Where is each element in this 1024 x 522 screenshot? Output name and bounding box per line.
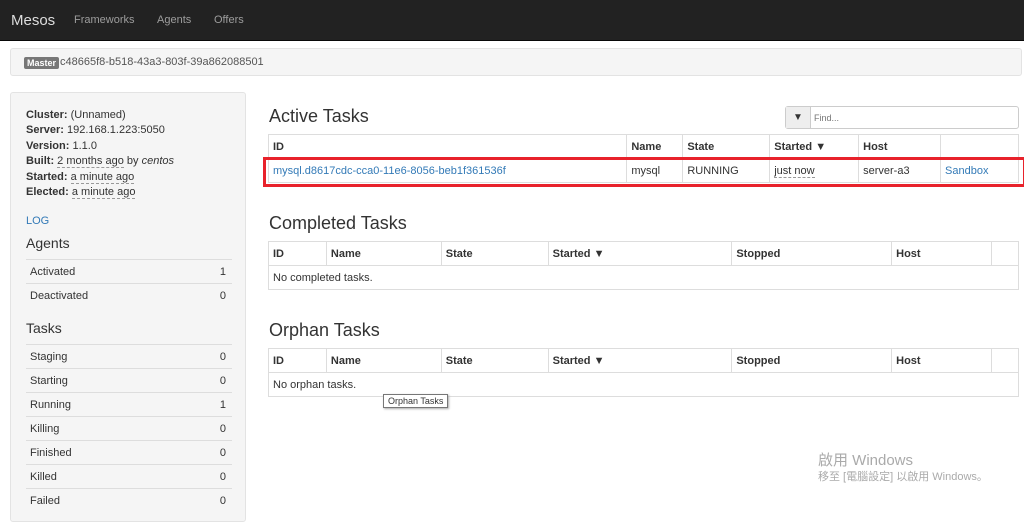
cluster-info: Cluster: (Unnamed) Server: 192.168.1.223…	[26, 108, 174, 200]
nav-frameworks[interactable]: Frameworks	[74, 14, 135, 26]
info-elected: Elected: a minute ago	[26, 186, 136, 200]
tasks-list: Staging 0 Starting 0 Running 1 Killing 0 Fin…	[26, 344, 232, 512]
orphan-tasks-title: Orphan Tasks	[269, 320, 380, 340]
completed-tasks-table: ID Name State Started ▼ Stopped Host No …	[268, 241, 1020, 290]
col-name[interactable]: Name	[325, 241, 442, 266]
tasks-killed: Killed 0	[26, 464, 232, 488]
agents-heading: Agents	[26, 235, 70, 251]
col-id[interactable]: ID	[268, 241, 327, 266]
active-tasks-title: Active Tasks	[269, 106, 369, 126]
active-tasks-table: ID Name State Started ▼ Host mysql.d8617…	[267, 134, 1019, 183]
task-host: server-a3	[858, 158, 942, 183]
find-input[interactable]	[814, 109, 1014, 126]
master-id: c48665f8-b518-43a3-803f-39a862088501	[60, 56, 264, 68]
master-badge: Master	[24, 57, 60, 69]
task-name: mysql	[626, 158, 684, 183]
col-state[interactable]: State	[440, 348, 549, 373]
col-sandbox	[990, 348, 1020, 373]
table-row: No orphan tasks.	[268, 372, 1019, 397]
empty-message: No orphan tasks.	[268, 372, 1019, 397]
filter-icon[interactable]: ▼	[786, 107, 811, 128]
table-header: ID Name State Started ▼ Host	[267, 134, 1019, 159]
windows-watermark-title: 啟用 Windows	[818, 452, 914, 469]
task-started: just now	[774, 164, 815, 178]
sandbox-link[interactable]: Sandbox	[945, 165, 988, 177]
task-state: RUNNING	[682, 158, 771, 183]
orphan-tasks-table: ID Name State Started ▼ Stopped Host No …	[268, 348, 1020, 397]
log-link[interactable]: LOG	[26, 215, 49, 227]
tooltip: Orphan Tasks	[383, 394, 449, 408]
empty-message: No completed tasks.	[268, 265, 1019, 290]
tasks-failed: Failed 0	[26, 488, 232, 512]
windows-watermark-text: 移至 [電腦設定] 以啟用 Windows。	[818, 471, 988, 483]
col-sandbox	[940, 134, 1019, 159]
agents-list: Activated 1 Deactivated 0	[26, 259, 232, 307]
task-id-link[interactable]: mysql.d8617cdc-cca0-11e6-8056-beb1f36153…	[273, 165, 506, 177]
table-row: mysql.d8617cdc-cca0-11e6-8056-beb1f36153…	[267, 158, 1019, 183]
tasks-starting: Starting 0	[26, 368, 232, 392]
info-cluster: Cluster: (Unnamed)	[26, 109, 126, 121]
agents-deactivated: Deactivated 0	[26, 283, 232, 307]
col-sandbox	[990, 241, 1020, 266]
col-name[interactable]: Name	[626, 134, 684, 159]
info-built: Built: 2 months ago by centos	[26, 155, 174, 169]
sidebar: Cluster: (Unnamed) Server: 192.168.1.223…	[10, 92, 246, 522]
tasks-killing: Killing 0	[26, 416, 232, 440]
find-box: ▼	[785, 106, 1019, 129]
nav-agents[interactable]: Agents	[157, 14, 191, 26]
col-name[interactable]: Name	[325, 348, 442, 373]
tasks-staging: Staging 0	[26, 344, 232, 368]
table-header: ID Name State Started ▼ Stopped Host	[268, 348, 1020, 373]
col-id[interactable]: ID	[267, 134, 628, 159]
info-version: Version: 1.1.0	[26, 139, 97, 152]
col-state[interactable]: State	[682, 134, 771, 159]
col-started[interactable]: Started ▼	[547, 348, 733, 373]
master-bar: Master c48665f8-b518-43a3-803f-39a862088…	[10, 48, 1022, 76]
tasks-running: Running 1	[26, 392, 232, 416]
top-navbar: Mesos Frameworks Agents Offers	[0, 0, 1024, 41]
col-stopped[interactable]: Stopped	[731, 348, 893, 373]
table-row: No completed tasks.	[268, 265, 1019, 290]
col-host[interactable]: Host	[858, 134, 942, 159]
completed-tasks-title: Completed Tasks	[269, 213, 407, 233]
col-host[interactable]: Host	[891, 348, 992, 373]
col-state[interactable]: State	[440, 241, 549, 266]
col-started[interactable]: Started ▼	[769, 134, 860, 159]
agents-activated: Activated 1	[26, 259, 232, 283]
brand-link[interactable]: Mesos	[11, 12, 55, 29]
info-server: Server: 192.168.1.223:5050	[26, 124, 165, 137]
col-host[interactable]: Host	[891, 241, 992, 266]
col-id[interactable]: ID	[268, 348, 327, 373]
table-header: ID Name State Started ▼ Stopped Host	[268, 241, 1020, 266]
col-started[interactable]: Started ▼	[547, 241, 733, 266]
info-started: Started: a minute ago	[26, 170, 135, 184]
nav-offers[interactable]: Offers	[214, 14, 244, 26]
col-stopped[interactable]: Stopped	[731, 241, 893, 266]
tasks-heading: Tasks	[26, 320, 62, 336]
tasks-finished: Finished 0	[26, 440, 232, 464]
